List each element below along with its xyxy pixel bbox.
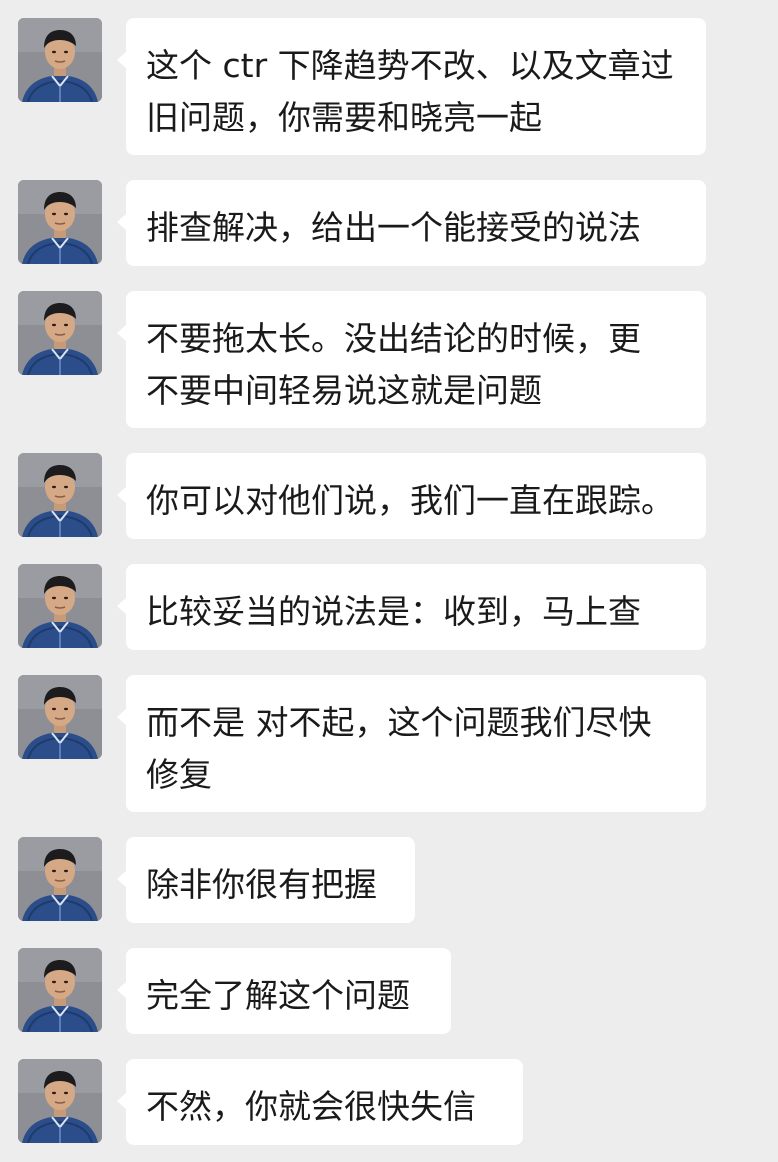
person-avatar-icon xyxy=(18,291,102,375)
message-row: 不要拖太长。没出结论的时候，更 不要中间轻易说这就是问题 xyxy=(0,291,778,428)
person-avatar-icon xyxy=(18,18,102,102)
message-bubble[interactable]: 而不是 对不起，这个问题我们尽快 修复 xyxy=(117,675,706,812)
message-row: 你可以对他们说，我们一直在跟踪。 xyxy=(0,453,778,539)
message-bubble[interactable]: 这个 ctr 下降趋势不改、以及文章过 旧问题，你需要和晓亮一起 xyxy=(117,18,706,155)
chat-message-list[interactable]: 这个 ctr 下降趋势不改、以及文章过 旧问题，你需要和晓亮一起 排查解决，给出… xyxy=(0,0,778,1162)
message-row: 这个 ctr 下降趋势不改、以及文章过 旧问题，你需要和晓亮一起 xyxy=(0,18,778,155)
sender-avatar[interactable] xyxy=(18,180,102,264)
message-row: 不然，你就会很快失信 xyxy=(0,1059,778,1145)
person-avatar-icon xyxy=(18,1059,102,1143)
message-row: 排查解决，给出一个能接受的说法 xyxy=(0,180,778,266)
person-avatar-icon xyxy=(18,837,102,921)
message-row: 除非你很有把握 xyxy=(0,837,778,923)
message-row: 完全了解这个问题 xyxy=(0,948,778,1034)
sender-avatar[interactable] xyxy=(18,1059,102,1143)
sender-avatar[interactable] xyxy=(18,675,102,759)
person-avatar-icon xyxy=(18,948,102,1032)
sender-avatar[interactable] xyxy=(18,837,102,921)
message-bubble[interactable]: 你可以对他们说，我们一直在跟踪。 xyxy=(117,453,706,539)
person-avatar-icon xyxy=(18,453,102,537)
message-bubble[interactable]: 排查解决，给出一个能接受的说法 xyxy=(117,180,706,266)
sender-avatar[interactable] xyxy=(18,291,102,375)
person-avatar-icon xyxy=(18,180,102,264)
sender-avatar[interactable] xyxy=(18,564,102,648)
message-bubble[interactable]: 除非你很有把握 xyxy=(117,837,415,923)
message-bubble[interactable]: 比较妥当的说法是：收到，马上查 xyxy=(117,564,706,650)
message-bubble[interactable]: 完全了解这个问题 xyxy=(117,948,451,1034)
message-bubble[interactable]: 不然，你就会很快失信 xyxy=(117,1059,523,1145)
message-row: 比较妥当的说法是：收到，马上查 xyxy=(0,564,778,650)
person-avatar-icon xyxy=(18,564,102,648)
sender-avatar[interactable] xyxy=(18,18,102,102)
person-avatar-icon xyxy=(18,675,102,759)
message-row: 而不是 对不起，这个问题我们尽快 修复 xyxy=(0,675,778,812)
sender-avatar[interactable] xyxy=(18,453,102,537)
sender-avatar[interactable] xyxy=(18,948,102,1032)
message-bubble[interactable]: 不要拖太长。没出结论的时候，更 不要中间轻易说这就是问题 xyxy=(117,291,706,428)
